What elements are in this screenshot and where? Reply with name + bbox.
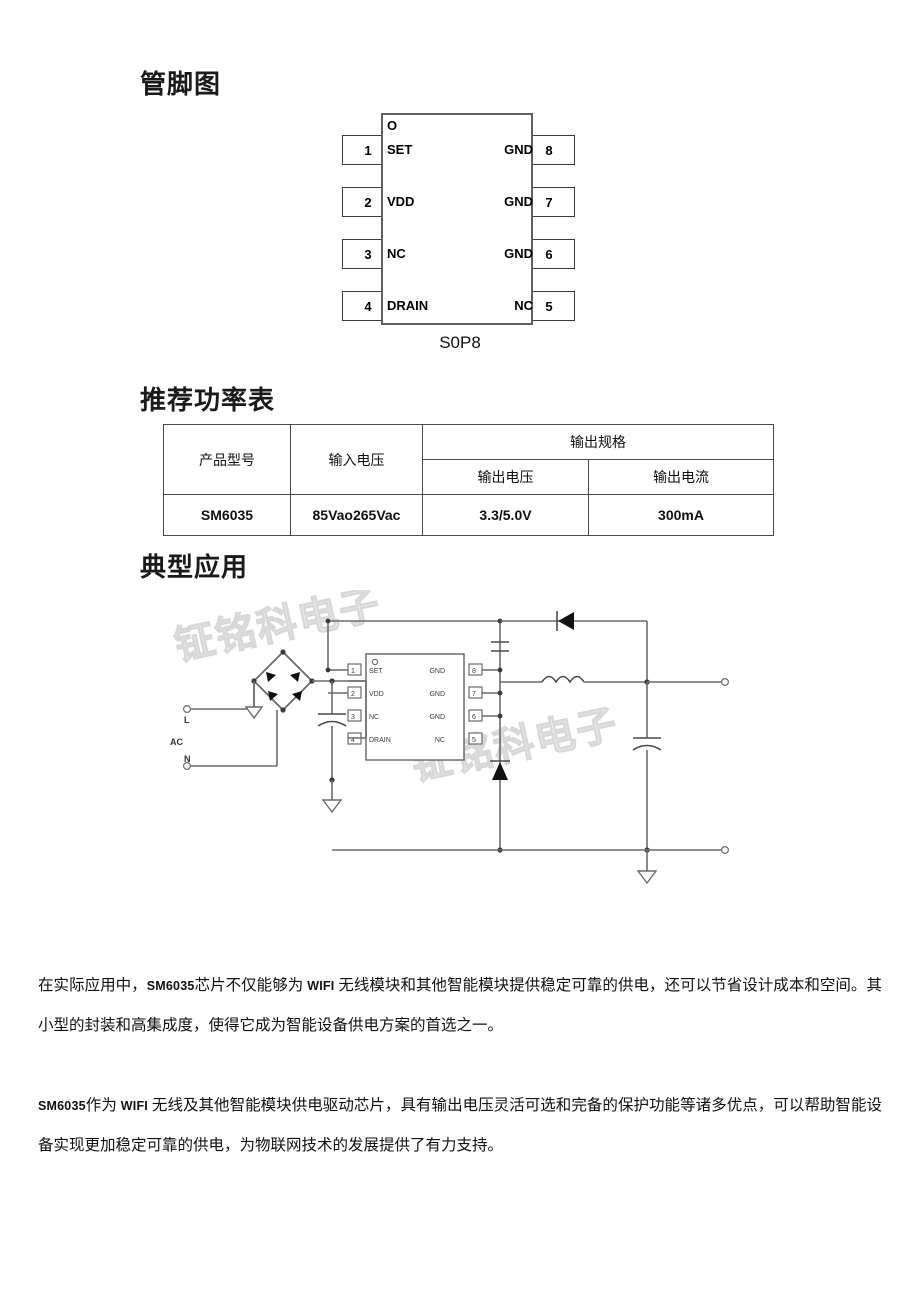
pin-label-gnd-8: GND bbox=[504, 142, 533, 157]
col-header-output-spec: 输出规格 bbox=[422, 424, 774, 460]
body-paragraph-2: SM6035作为 WIFI 无线及其他智能模块供电驱动芯片，具有输出电压灵活可选… bbox=[38, 1086, 882, 1166]
section-heading-application: 典型应用 bbox=[140, 552, 249, 582]
p2-text-b: 无线及其他智能模块供电驱动芯片，具有输出电压灵活可选和完备的保护功能等诸多优点，… bbox=[38, 1096, 883, 1154]
line-label: L bbox=[184, 715, 190, 725]
package-name-label: S0P8 bbox=[439, 333, 481, 352]
table-row: SM6035 85Vao265Vac 3.3/5.0V 300mA bbox=[163, 494, 774, 536]
body-paragraph-1: 在实际应用中，SM6035芯片不仅能够为 WIFI 无线模块和其他智能模块提供稳… bbox=[38, 966, 882, 1046]
circuit-pin-label-drain: DRAIN bbox=[369, 737, 391, 744]
bridge-ground-symbol bbox=[244, 706, 264, 720]
col-header-product-model: 产品型号 bbox=[163, 424, 291, 495]
circuit-pin-num-7: 7 bbox=[472, 691, 476, 698]
output-positive-terminal bbox=[720, 677, 729, 686]
pin-label-set: SET bbox=[387, 142, 413, 157]
col-header-input-voltage: 输入电压 bbox=[290, 424, 423, 495]
input-bulk-capacitor bbox=[317, 678, 347, 814]
circuit-pin-num-1: 1 bbox=[351, 668, 355, 675]
p2-keyword-wifi: WIFI bbox=[120, 1098, 148, 1113]
pin-label-nc-3: NC bbox=[387, 246, 406, 261]
pin-label-drain: DRAIN bbox=[387, 298, 429, 313]
output-filter-capacitor bbox=[632, 682, 662, 885]
col-header-output-voltage: 输出电压 bbox=[422, 459, 589, 495]
circuit-pin-label-gnd7: GND bbox=[429, 691, 445, 698]
output-inductor bbox=[500, 675, 729, 686]
bridge-diode-1 bbox=[266, 672, 276, 682]
ac-input-group: L N AC bbox=[170, 704, 277, 771]
ac-label: AC bbox=[170, 737, 183, 747]
output-negative-terminal bbox=[720, 846, 729, 855]
output-rectifier-diode bbox=[500, 611, 648, 682]
circuit-pin-num-2: 2 bbox=[351, 691, 355, 698]
circuit-pin-num-5: 5 bbox=[472, 737, 476, 744]
circuit-pin-label-set: SET bbox=[369, 668, 383, 675]
p1-text-a: 在实际应用中， bbox=[38, 976, 147, 994]
p1-text-b: 芯片不仅能够为 bbox=[194, 976, 304, 994]
ac-line-terminal bbox=[183, 704, 192, 713]
pin-label-vdd: VDD bbox=[387, 194, 415, 209]
document-page: 管脚图 O 1 2 3 4 8 7 6 5 SET VDD NC DRAIN G… bbox=[0, 0, 920, 1301]
section-heading-power-table: 推荐功率表 bbox=[140, 385, 276, 415]
circuit-pin-label-vdd: VDD bbox=[369, 691, 384, 698]
cell-product-model: SM6035 bbox=[163, 494, 291, 536]
pin-label-gnd-6: GND bbox=[504, 246, 533, 261]
pin1-orientation-marker: O bbox=[387, 118, 398, 133]
p1-keyword-wifi: WIFI bbox=[307, 978, 335, 993]
p2-text-a: 作为 bbox=[85, 1096, 117, 1114]
col-header-output-current: 输出电流 bbox=[588, 459, 774, 495]
cell-output-current: 300mA bbox=[588, 494, 774, 536]
circuit-pin-num-6: 6 bbox=[472, 714, 476, 721]
neutral-label: N bbox=[184, 754, 191, 764]
ic-block-circuit: 1 2 3 4 SET VDD NC DRAIN 8 7 6 5 GND GND… bbox=[347, 653, 483, 761]
typical-application-circuit: .w { stroke:#6b6b6b; stroke-width:1.6; f… bbox=[170, 590, 780, 920]
circuit-pin-label-nc3: NC bbox=[369, 714, 379, 721]
circuit-pin-num-3: 3 bbox=[351, 714, 355, 721]
pin-label-nc-5: NC bbox=[514, 298, 533, 313]
pin-label-gnd-7: GND bbox=[504, 194, 533, 209]
circuit-pin-label-gnd8: GND bbox=[429, 668, 445, 675]
circuit-pin-label-gnd6: GND bbox=[429, 714, 445, 721]
input-ground-symbol bbox=[321, 799, 343, 814]
circuit-pin-num-8: 8 bbox=[472, 668, 476, 675]
bridge-diode-2 bbox=[290, 672, 300, 682]
cell-output-voltage: 3.3/5.0V bbox=[422, 494, 589, 536]
output-ground-symbol bbox=[636, 870, 658, 885]
pinout-diagram: O 1 2 3 4 8 7 6 5 SET VDD NC DRAIN GND G… bbox=[330, 105, 590, 365]
circuit-pin-label-nc5: NC bbox=[435, 737, 445, 744]
table-header-row-1: 产品型号 输入电压 输出规格 bbox=[163, 424, 774, 495]
output-return-rail bbox=[332, 846, 729, 855]
recommended-power-table: 产品型号 输入电压 输出规格 输出电压 输出电流 SM6035 85Vao265… bbox=[163, 424, 774, 536]
p2-keyword-sm6035: SM6035 bbox=[38, 1098, 86, 1113]
section-heading-pinout: 管脚图 bbox=[140, 69, 222, 99]
p1-keyword-sm6035: SM6035 bbox=[146, 978, 195, 993]
cell-input-voltage: 85Vao265Vac bbox=[290, 494, 423, 536]
